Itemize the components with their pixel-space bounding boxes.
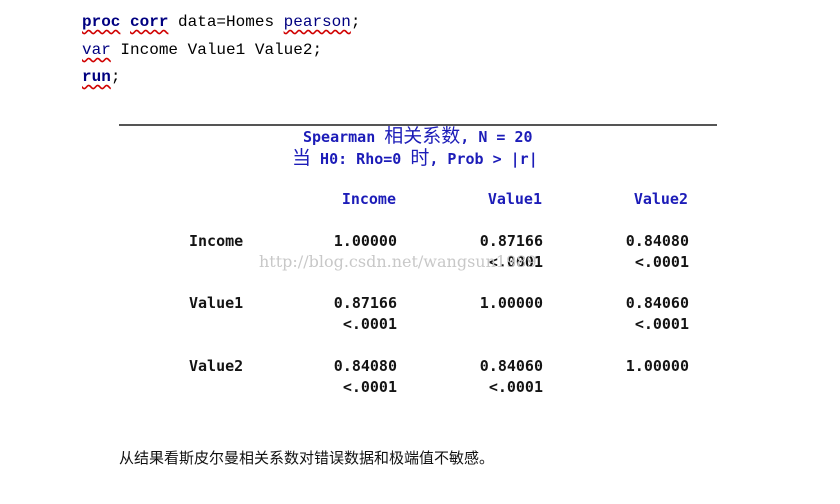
output-subtitle-cjk-time: 时 xyxy=(410,147,430,169)
output-title-cjk: 相关系数 xyxy=(384,125,461,147)
output-subtitle-hypothesis: H0: Rho=0 xyxy=(311,150,411,168)
code-keyword-var: var xyxy=(82,41,111,59)
correlation-value: 0.84060 xyxy=(625,294,689,312)
correlation-value: 1.00000 xyxy=(333,232,397,250)
correlation-value: 0.87166 xyxy=(479,232,543,250)
output-subtitle: 当 H0: Rho=0 时, Prob > |r| xyxy=(292,148,538,169)
blog-watermark: http://blog.csdn.net/wangsun1989 xyxy=(259,252,537,271)
p-value: <.0001 xyxy=(634,253,689,271)
correlation-value: 0.87166 xyxy=(333,294,397,312)
code-keyword-corr: corr xyxy=(130,13,169,31)
code-line-run: run; xyxy=(82,67,120,87)
output-subtitle-cjk-when: 当 xyxy=(292,147,312,169)
output-title-suffix: , N = 20 xyxy=(460,128,533,146)
correlation-value: 1.00000 xyxy=(625,357,689,375)
code-semicolon: ; xyxy=(110,68,121,86)
p-value: <.0001 xyxy=(488,378,543,396)
column-header: Value1 xyxy=(487,190,542,208)
p-value: <.0001 xyxy=(342,378,397,396)
code-dataset: data=Homes xyxy=(168,13,284,31)
code-var-list: Income Value1 Value2; xyxy=(110,41,323,59)
code-line-var: var Income Value1 Value2; xyxy=(82,40,322,60)
output-title-prefix: Spearman xyxy=(303,128,385,146)
correlation-value: 0.84080 xyxy=(625,232,689,250)
p-value: <.0001 xyxy=(634,315,689,333)
code-semicolon: ; xyxy=(350,13,361,31)
column-header: Income xyxy=(341,190,396,208)
p-value: <.0001 xyxy=(342,315,397,333)
correlation-value: 0.84080 xyxy=(333,357,397,375)
code-option-pearson: pearson xyxy=(283,13,351,31)
row-header: Value1 xyxy=(189,294,244,312)
row-header: Income xyxy=(189,232,244,250)
output-title: Spearman 相关系数, N = 20 xyxy=(303,126,533,147)
output-subtitle-prob: , Prob > |r| xyxy=(429,150,538,168)
column-header: Value2 xyxy=(633,190,688,208)
correlation-value: 0.84060 xyxy=(479,357,543,375)
conclusion-text: 从结果看斯皮尔曼相关系数对错误数据和极端值不敏感。 xyxy=(119,449,495,467)
code-keyword-proc: proc xyxy=(82,13,121,31)
correlation-value: 1.00000 xyxy=(479,294,543,312)
code-keyword-run: run xyxy=(82,68,111,86)
code-line-proc-corr: proc corr data=Homes pearson; xyxy=(82,12,360,32)
row-header: Value2 xyxy=(189,357,244,375)
